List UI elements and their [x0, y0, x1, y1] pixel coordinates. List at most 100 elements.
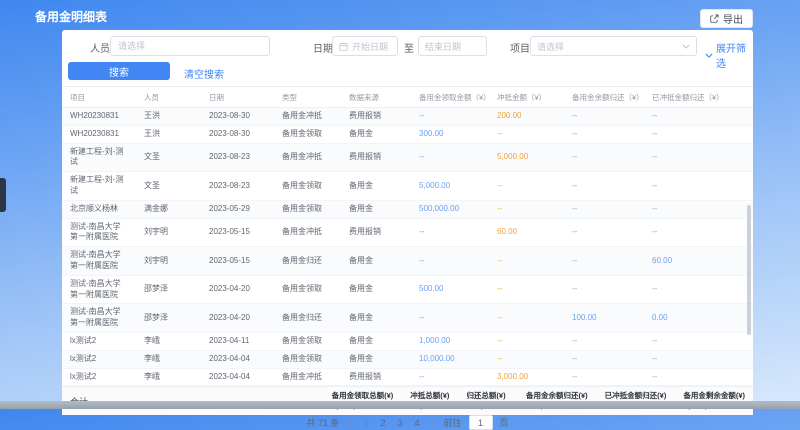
- cell-person: 李峨: [136, 350, 201, 368]
- page-unit-label: 页: [500, 416, 509, 429]
- cell-received: --: [411, 218, 489, 247]
- table-row: 测试-南昌大学第一附属医院邵梦泽2023-04-20备用金领取备用金500.00…: [62, 275, 753, 304]
- cell-offset: --: [489, 275, 564, 304]
- cell-project: lx测试2: [62, 350, 136, 368]
- cell-date: 2023-05-29: [201, 200, 274, 218]
- cell-type: 备用金领取: [274, 332, 341, 350]
- cell-project: 测试-南昌大学第一附属医院: [62, 247, 136, 276]
- cell-received: --: [411, 304, 489, 333]
- cell-source: 备用金: [341, 304, 411, 333]
- cell-balance-return: --: [564, 332, 644, 350]
- cell-received: --: [411, 368, 489, 386]
- cell-type: 备用金领取: [274, 172, 341, 201]
- summary-stat-label: 备用金剩余金额(¥): [683, 391, 745, 401]
- cell-received: --: [411, 247, 489, 276]
- cell-type: 备用金冲抵: [274, 368, 341, 386]
- prev-page-button[interactable]: ‹: [346, 418, 353, 428]
- cell-balance-return: --: [564, 275, 644, 304]
- search-button[interactable]: 搜索: [68, 62, 170, 80]
- cell-offset: --: [489, 200, 564, 218]
- cell-date: 2023-05-15: [201, 218, 274, 247]
- expand-filters-link[interactable]: 展开筛选: [705, 40, 753, 70]
- cell-offset: --: [489, 332, 564, 350]
- table-row: lx测试2李峨2023-04-04备用金领取备用金10,000.00------: [62, 350, 753, 368]
- cell-balance-return: --: [564, 172, 644, 201]
- cell-source: 备用金: [341, 125, 411, 143]
- project-filter-label: 项目: [510, 40, 530, 55]
- table-row: lx测试2李峨2023-04-04备用金冲抵费用报销--3,000.00----: [62, 368, 753, 386]
- next-page-button[interactable]: ›: [430, 418, 437, 428]
- cell-source: 费用报销: [341, 108, 411, 126]
- cell-received: 500.00: [411, 275, 489, 304]
- page-button[interactable]: 4: [412, 418, 423, 428]
- cell-received: --: [411, 108, 489, 126]
- cell-project: 测试-南昌大学第一附属医院: [62, 304, 136, 333]
- page-button[interactable]: 1: [360, 418, 371, 428]
- summary-stat-label: 备用金领取总额(¥): [332, 391, 394, 401]
- calendar-icon: [339, 42, 348, 51]
- cell-offset-return: --: [644, 143, 753, 172]
- cell-balance-return: --: [564, 218, 644, 247]
- column-header: 已冲抵金额归还（¥）: [644, 87, 753, 108]
- pagination-total: 共 71 条: [306, 416, 339, 429]
- cell-person: 王洪: [136, 108, 201, 126]
- cell-offset-return: --: [644, 350, 753, 368]
- vertical-scrollbar[interactable]: [747, 205, 751, 335]
- cell-type: 备用金领取: [274, 200, 341, 218]
- export-button[interactable]: 导出: [700, 9, 753, 28]
- cell-date: 2023-04-20: [201, 304, 274, 333]
- cell-offset: 3,000.00: [489, 368, 564, 386]
- cell-person: 邵梦泽: [136, 304, 201, 333]
- chevron-down-icon: [705, 53, 713, 58]
- goto-page-input[interactable]: [469, 415, 493, 430]
- column-header: 冲抵金额（¥）: [489, 87, 564, 108]
- summary-stat-label: 备用金余额归还(¥): [526, 391, 588, 401]
- table-row: WH20230831王洪2023-08-30备用金领取备用金300.00----…: [62, 125, 753, 143]
- page-button[interactable]: 3: [394, 418, 405, 428]
- column-header: 备用金余额归还（¥）: [564, 87, 644, 108]
- cell-balance-return: --: [564, 368, 644, 386]
- date-filter-label: 日期: [313, 40, 333, 55]
- cell-offset: --: [489, 350, 564, 368]
- cell-person: 李峨: [136, 368, 201, 386]
- drawer-handle[interactable]: [0, 178, 6, 212]
- clear-search-link[interactable]: 清空搜索: [184, 66, 224, 81]
- cell-person: 邵梦泽: [136, 275, 201, 304]
- cell-balance-return: 100.00: [564, 304, 644, 333]
- page-button[interactable]: 2: [377, 418, 388, 428]
- column-header: 项目: [62, 87, 136, 108]
- summary-stat-label: 已冲抵金额归还(¥): [605, 391, 667, 401]
- cell-offset-return: --: [644, 275, 753, 304]
- date-start-input[interactable]: 开始日期: [332, 36, 398, 56]
- data-table-wrap: 项目人员日期类型数据来源备用金领取金额（¥）冲抵金额（¥）备用金余额归还（¥）已…: [62, 87, 753, 386]
- table-row: 北京顺义杨林满金娜2023-05-29备用金领取备用金500,000.00---…: [62, 200, 753, 218]
- table-row: lx测试2李峨2023-04-11备用金领取备用金1,000.00------: [62, 332, 753, 350]
- cell-balance-return: --: [564, 350, 644, 368]
- chevron-down-icon: [682, 44, 690, 49]
- cell-balance-return: --: [564, 143, 644, 172]
- cell-date: 2023-08-30: [201, 108, 274, 126]
- column-header: 类型: [274, 87, 341, 108]
- cell-project: lx测试2: [62, 332, 136, 350]
- project-filter-select[interactable]: 请选择: [530, 36, 697, 56]
- cell-type: 备用金归还: [274, 247, 341, 276]
- cell-person: 文圣: [136, 143, 201, 172]
- cell-date: 2023-04-04: [201, 368, 274, 386]
- expand-filters-label: 展开筛选: [716, 40, 753, 70]
- date-end-input[interactable]: 结束日期: [418, 36, 487, 56]
- cell-project: 测试-南昌大学第一附属医院: [62, 275, 136, 304]
- table-row: WH20230831王洪2023-08-30备用金冲抵费用报销--200.00-…: [62, 108, 753, 126]
- cell-source: 费用报销: [341, 143, 411, 172]
- cell-project: 北京顺义杨林: [62, 200, 136, 218]
- table-row: 测试-南昌大学第一附属医院刘宇明2023-05-15备用金冲抵费用报销--60.…: [62, 218, 753, 247]
- cell-received: 10,000.00: [411, 350, 489, 368]
- cell-person: 王洪: [136, 125, 201, 143]
- cell-project: 新建工程-刘-测试: [62, 143, 136, 172]
- cell-source: 备用金: [341, 172, 411, 201]
- summary-stat-label: 归还总额(¥): [466, 391, 509, 401]
- person-filter-input[interactable]: [110, 36, 270, 56]
- cell-offset: --: [489, 125, 564, 143]
- cell-offset-return: --: [644, 125, 753, 143]
- cell-person: 文圣: [136, 172, 201, 201]
- project-select-placeholder: 请选择: [537, 40, 564, 53]
